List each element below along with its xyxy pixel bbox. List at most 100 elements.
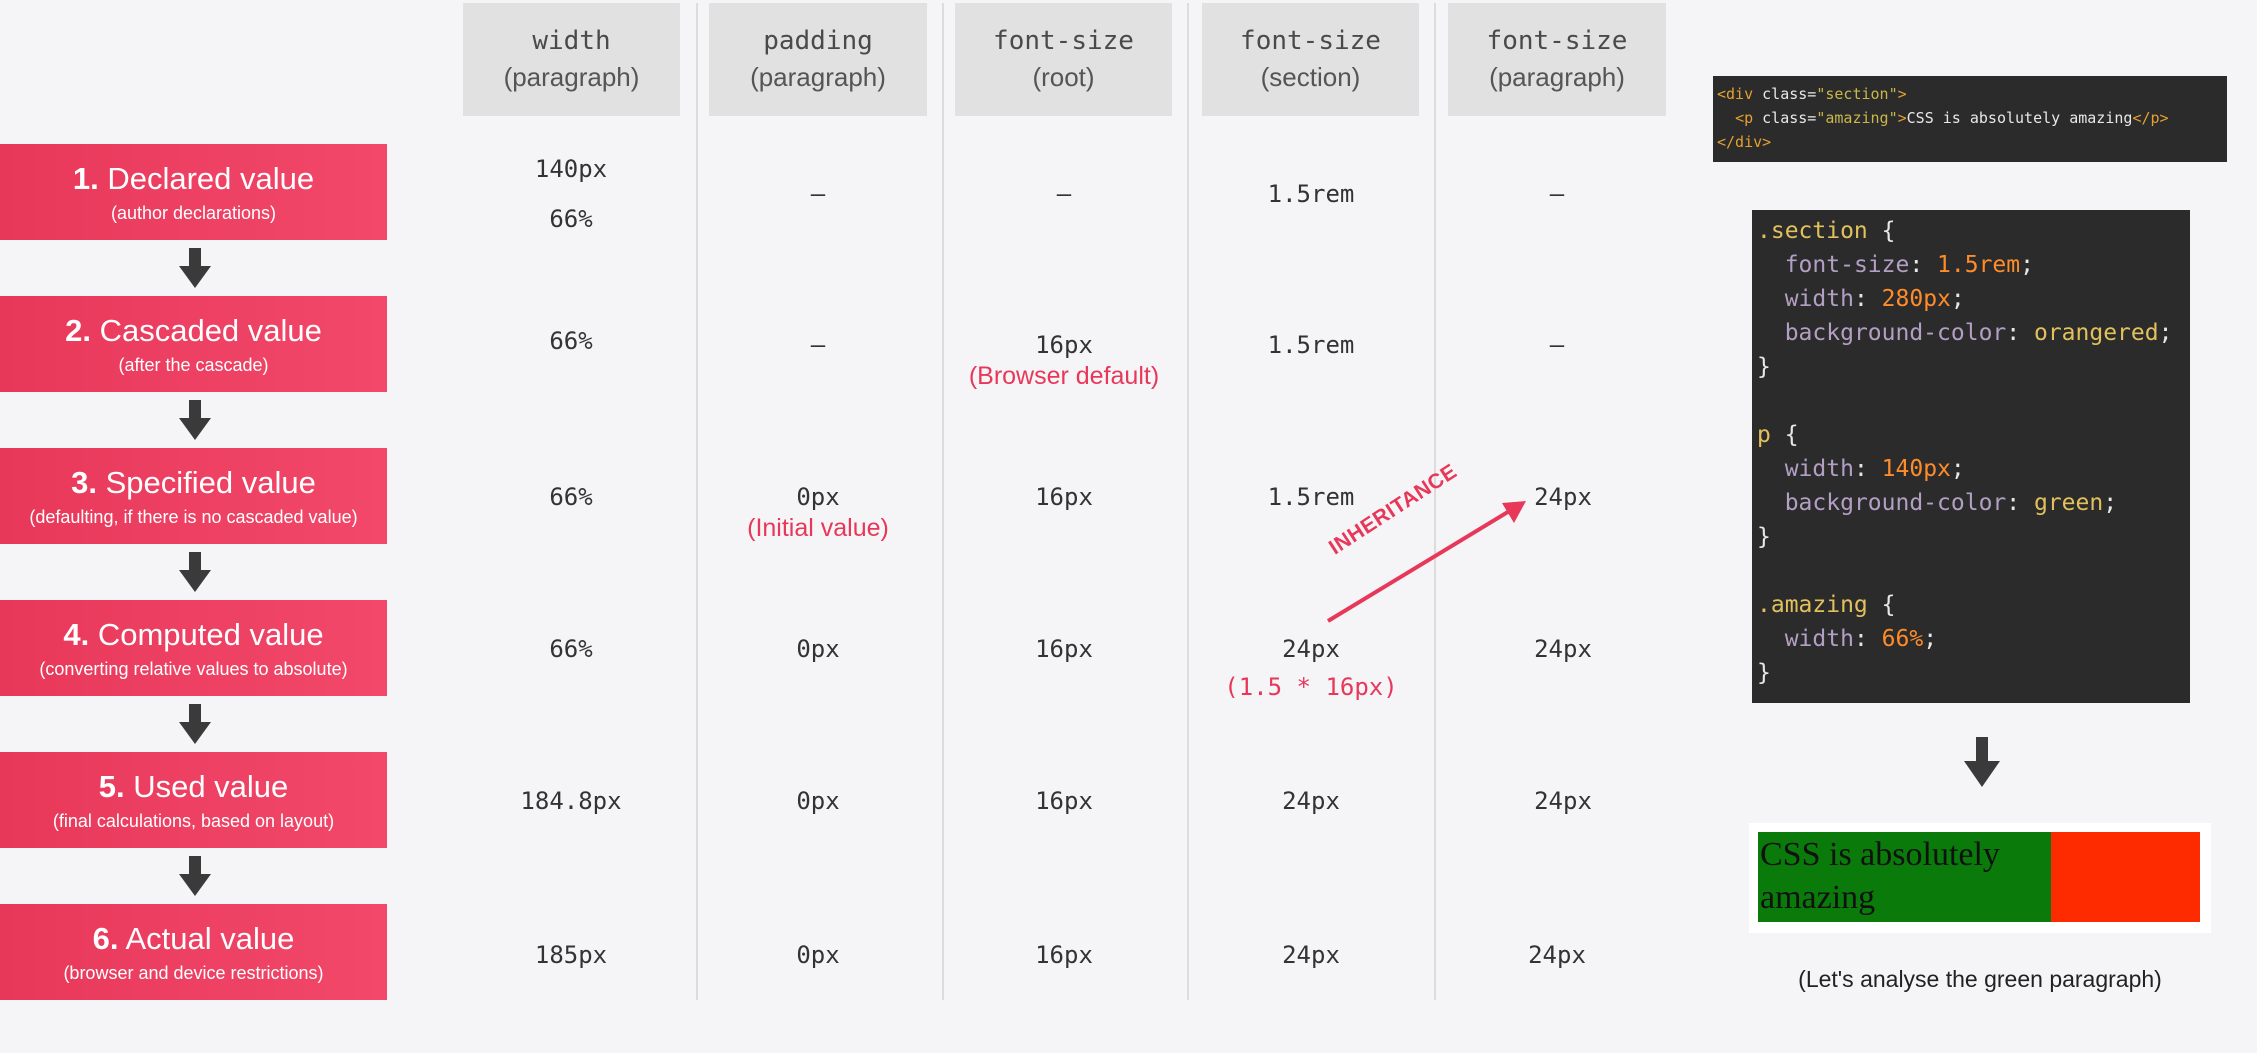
note-browser-default: (Browser default)	[968, 362, 1160, 390]
column-context: (root)	[1032, 62, 1095, 92]
cell-cascaded-font-section: 1.5rem	[1267, 331, 1355, 359]
html-code-snippet: <div class="section"> <p class="amazing"…	[1713, 76, 2227, 162]
cell-actual-width: 185px	[534, 941, 608, 969]
stage-actual: 6. Actual value (browser and device rest…	[0, 904, 387, 1000]
cell-computed-width: 66%	[549, 635, 593, 663]
stage-number: 1.	[72, 160, 99, 196]
rendered-result: CSS is absolutely amazing	[1749, 823, 2211, 933]
stage-declared: 1. Declared value (author declarations)	[0, 144, 387, 240]
column-prop: width	[532, 26, 611, 56]
stage-computed: 4. Computed value (converting relative v…	[0, 600, 387, 696]
stage-cascaded: 2. Cascaded value (after the cascade)	[0, 296, 387, 392]
cell-declared-font-paragraph: –	[1549, 180, 1565, 208]
column-header-font-size-paragraph: font-size (paragraph)	[1448, 3, 1666, 116]
stage-label: Used value	[133, 768, 289, 804]
cell-declared-width-a: 140px	[534, 155, 608, 183]
code-line: }	[1757, 354, 1771, 380]
stage-number: 2.	[65, 312, 91, 348]
stage-number: 4.	[63, 616, 90, 652]
stage-number: 6.	[92, 920, 119, 956]
code-line: <div class="section">	[1717, 85, 1907, 103]
stage-sub: (after the cascade)	[118, 354, 269, 375]
code-line: p {	[1757, 422, 1799, 448]
column-header-padding-paragraph: padding (paragraph)	[709, 3, 927, 116]
code-line: background-color: orangered;	[1784, 320, 2173, 346]
cell-used-width: 184.8px	[520, 787, 622, 815]
cell-specified-padding: 0px	[796, 483, 840, 511]
down-arrow-icon	[179, 400, 211, 440]
note-initial-value: (Initial value)	[747, 514, 889, 542]
column-divider	[942, 3, 944, 1000]
stage-used: 5. Used value (final calculations, based…	[0, 752, 387, 848]
cell-declared-padding: –	[810, 180, 826, 208]
cell-used-font-paragraph: 24px	[1534, 787, 1592, 815]
stage-label: Specified value	[105, 464, 316, 500]
cell-specified-font-root: 16px	[1035, 483, 1093, 511]
inheritance-arrow-icon	[1326, 501, 1526, 623]
stage-sub: (final calculations, based on layout)	[52, 810, 335, 831]
column-prop: font-size	[1240, 26, 1381, 56]
cell-cascaded-font-paragraph: –	[1549, 331, 1565, 359]
note-computation: (1.5 * 16px)	[1224, 673, 1398, 701]
column-divider	[696, 3, 698, 1000]
stage-label: Cascaded value	[99, 312, 322, 348]
column-header-width-paragraph: width (paragraph)	[463, 3, 680, 116]
column-context: (paragraph)	[750, 62, 886, 92]
code-line: width: 280px;	[1784, 286, 1965, 312]
down-arrow-icon	[179, 552, 211, 592]
cell-actual-font-section: 24px	[1282, 941, 1340, 969]
cell-computed-padding: 0px	[796, 635, 840, 663]
code-line: </div>	[1717, 133, 1772, 151]
down-arrow-icon	[179, 248, 211, 288]
code-line: }	[1757, 524, 1771, 550]
css-code-snippet: .section { font-size: 1.5rem; width: 280…	[1752, 210, 2190, 703]
cell-computed-font-paragraph: 24px	[1534, 635, 1592, 663]
cell-computed-font-root: 16px	[1035, 635, 1093, 663]
stage-sub: (defaulting, if there is no cascaded val…	[29, 506, 358, 527]
column-prop: padding	[763, 26, 873, 56]
cell-used-font-root: 16px	[1035, 787, 1093, 815]
column-divider	[1187, 3, 1189, 1000]
code-line: .section {	[1757, 218, 1896, 244]
column-context: (section)	[1260, 62, 1361, 92]
cell-actual-padding: 0px	[796, 941, 840, 969]
code-line: font-size: 1.5rem;	[1784, 252, 2034, 278]
cell-cascaded-width: 66%	[549, 327, 593, 355]
code-line: .amazing {	[1757, 592, 1896, 618]
stage-sub: (converting relative values to absolute)	[39, 658, 348, 679]
column-header-font-size-root: font-size (root)	[955, 3, 1172, 116]
column-prop: font-size	[1486, 26, 1628, 56]
cell-cascaded-font-root: 16px	[1035, 331, 1093, 359]
column-context: (paragraph)	[1489, 62, 1625, 92]
cell-declared-font-root: –	[1056, 180, 1072, 208]
code-line: background-color: green;	[1784, 490, 2118, 516]
amazing-paragraph: CSS is absolutely amazing	[1758, 832, 2051, 922]
cell-declared-width-b: 66%	[549, 205, 593, 233]
down-arrow-icon	[179, 704, 211, 744]
stage-number: 3.	[71, 464, 97, 500]
cell-specified-width: 66%	[549, 483, 593, 511]
down-arrow-icon	[1964, 737, 2000, 787]
code-line: width: 66%;	[1784, 626, 1938, 652]
caption: (Let's analyse the green paragraph)	[1798, 966, 2162, 992]
column-prop: font-size	[993, 26, 1134, 56]
cell-used-padding: 0px	[796, 787, 840, 815]
cell-actual-font-root: 16px	[1035, 941, 1093, 969]
code-line: <p class="amazing">CSS is absolutely ama…	[1735, 109, 2169, 127]
code-line: width: 140px;	[1784, 456, 1965, 482]
stage-sub: (author declarations)	[110, 202, 277, 223]
code-line: }	[1757, 660, 1771, 686]
cell-cascaded-padding: –	[810, 331, 826, 359]
stage-number: 5.	[98, 768, 125, 804]
cell-computed-font-section: 24px	[1282, 635, 1340, 663]
stage-label: Actual value	[125, 920, 295, 956]
down-arrow-icon	[179, 856, 211, 896]
column-context: (paragraph)	[503, 62, 640, 92]
stage-label: Declared value	[107, 160, 315, 196]
stage-specified: 3. Specified value (defaulting, if there…	[0, 448, 387, 544]
stage-sub: (browser and device restrictions)	[63, 962, 324, 983]
cell-declared-font-section: 1.5rem	[1267, 180, 1355, 208]
cell-actual-font-paragraph: 24px	[1528, 941, 1586, 969]
